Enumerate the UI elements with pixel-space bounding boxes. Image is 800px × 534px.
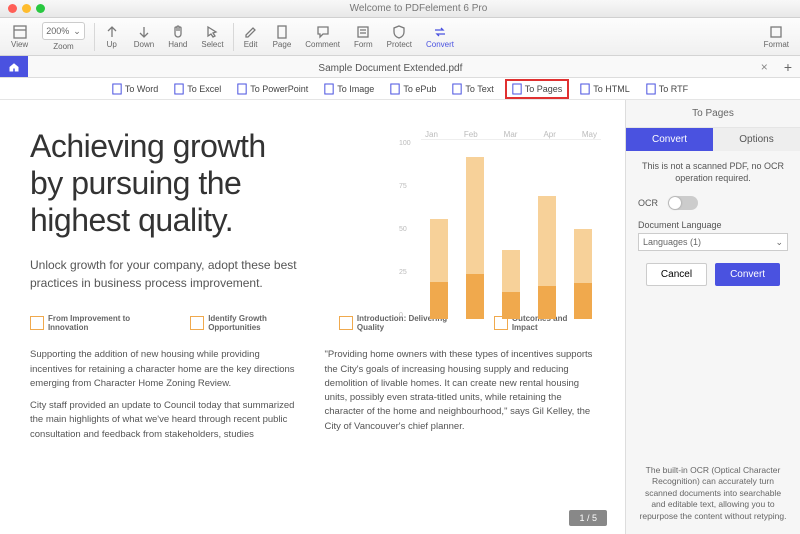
hand-tool[interactable]: Hand: [161, 18, 194, 55]
tab-close-icon[interactable]: ×: [753, 60, 776, 74]
edit-icon: [243, 24, 259, 40]
view-icon: [12, 24, 28, 40]
convert-bar: To Word To Excel To PowerPoint To Image …: [0, 78, 800, 100]
up-icon: [104, 24, 120, 40]
panel-tab-convert[interactable]: Convert: [626, 128, 713, 151]
to-powerpoint-button[interactable]: To PowerPoint: [232, 81, 313, 97]
doc-icon: [512, 83, 522, 95]
minimize-icon[interactable]: [22, 4, 31, 13]
doc-icon: [324, 83, 334, 95]
cancel-button[interactable]: Cancel: [646, 263, 707, 286]
to-html-button[interactable]: To HTML: [575, 81, 635, 97]
close-icon[interactable]: [8, 4, 17, 13]
to-image-button[interactable]: To Image: [319, 81, 379, 97]
doc-chart: JanFebMarAprMay 1007550250: [421, 130, 601, 330]
doc-icon: [390, 83, 400, 95]
doc-columns: Supporting the addition of new housing w…: [30, 348, 595, 450]
feat-icon: [339, 316, 353, 330]
page-tool[interactable]: Page: [266, 18, 299, 55]
to-excel-button[interactable]: To Excel: [169, 81, 226, 97]
hand-icon: [170, 24, 186, 40]
zoom-select[interactable]: 200%⌄: [42, 22, 85, 40]
up-tool[interactable]: Up: [97, 18, 127, 55]
page-indicator: 1 / 5: [569, 510, 607, 526]
protect-tool[interactable]: Protect: [380, 18, 419, 55]
doc-icon: [580, 83, 590, 95]
shield-icon: [391, 24, 407, 40]
maximize-icon[interactable]: [36, 4, 45, 13]
main-toolbar: View 200%⌄ Zoom Up Down Hand Select Edit…: [0, 18, 800, 56]
home-tab[interactable]: [0, 56, 28, 77]
titlebar: Welcome to PDFelement 6 Pro: [0, 0, 800, 18]
convert-icon: [432, 24, 448, 40]
to-rtf-button[interactable]: To RTF: [641, 81, 693, 97]
to-epub-button[interactable]: To ePub: [385, 81, 441, 97]
window-controls: [8, 4, 45, 13]
language-label: Document Language: [638, 220, 788, 230]
form-icon: [355, 24, 371, 40]
to-word-button[interactable]: To Word: [107, 81, 163, 97]
panel-footer: The built-in OCR (Optical Character Reco…: [626, 453, 800, 534]
convert-button[interactable]: Convert: [715, 263, 780, 286]
format-icon: [768, 24, 784, 40]
form-tool[interactable]: Form: [347, 18, 380, 55]
home-icon: [8, 61, 20, 73]
ocr-toggle[interactable]: [668, 196, 698, 210]
to-pages-button[interactable]: To Pages: [505, 79, 570, 99]
panel-title: To Pages: [626, 100, 800, 128]
feat-icon: [190, 316, 204, 330]
doc-icon: [174, 83, 184, 95]
zoom-tool[interactable]: 200%⌄ Zoom: [35, 18, 92, 55]
panel-note: This is not a scanned PDF, no OCR operat…: [638, 161, 788, 184]
down-icon: [136, 24, 152, 40]
view-tool[interactable]: View: [4, 18, 35, 55]
document-tab[interactable]: Sample Document Extended.pdf: [28, 59, 753, 74]
doc-subheading: Unlock growth for your company, adopt th…: [30, 256, 330, 292]
edit-tool[interactable]: Edit: [236, 18, 266, 55]
page-icon: [274, 24, 290, 40]
window-title: Welcome to PDFelement 6 Pro: [45, 3, 792, 14]
doc-icon: [646, 83, 656, 95]
to-text-button[interactable]: To Text: [447, 81, 498, 97]
tab-bar: Sample Document Extended.pdf × +: [0, 56, 800, 78]
down-tool[interactable]: Down: [127, 18, 161, 55]
panel-tab-options[interactable]: Options: [713, 128, 800, 151]
doc-icon: [112, 83, 122, 95]
convert-panel: To Pages Convert Options This is not a s…: [625, 100, 800, 534]
select-tool[interactable]: Select: [194, 18, 230, 55]
language-select[interactable]: Languages (1)⌄: [638, 233, 788, 251]
ocr-label: OCR: [638, 198, 658, 208]
format-tool[interactable]: Format: [757, 18, 796, 55]
document-viewport[interactable]: Achieving growth by pursuing the highest…: [0, 100, 625, 534]
doc-icon: [237, 83, 247, 95]
feat-icon: [30, 316, 44, 330]
doc-icon: [452, 83, 462, 95]
select-icon: [204, 24, 220, 40]
comment-tool[interactable]: Comment: [298, 18, 347, 55]
comment-icon: [315, 24, 331, 40]
convert-tool[interactable]: Convert: [419, 18, 461, 55]
tab-add-icon[interactable]: +: [776, 59, 800, 75]
